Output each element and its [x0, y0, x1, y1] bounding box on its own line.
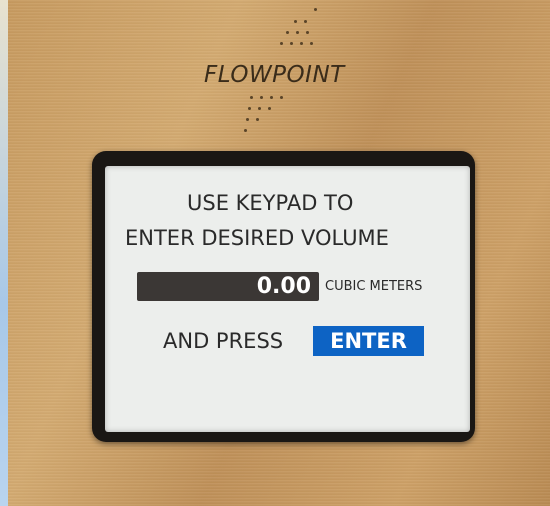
lcd-screen: USE KEYPAD TO ENTER DESIRED VOLUME 0.00 …: [105, 166, 470, 432]
enter-button[interactable]: ENTER: [313, 326, 424, 356]
instruction-line-1: USE KEYPAD TO: [187, 191, 354, 215]
volume-input[interactable]: 0.00: [137, 272, 319, 301]
device-photo: FLOWPOINT USE KEYPAD TO ENTER DESIRED VO…: [0, 0, 550, 506]
volume-value: 0.00: [256, 274, 311, 299]
brand-logo: FLOWPOINT: [204, 62, 345, 88]
press-instruction: AND PRESS: [163, 329, 284, 353]
background-wall: [0, 0, 8, 506]
instruction-line-2: ENTER DESIRED VOLUME: [125, 226, 389, 250]
volume-unit-label: CUBIC METERS: [325, 279, 423, 294]
